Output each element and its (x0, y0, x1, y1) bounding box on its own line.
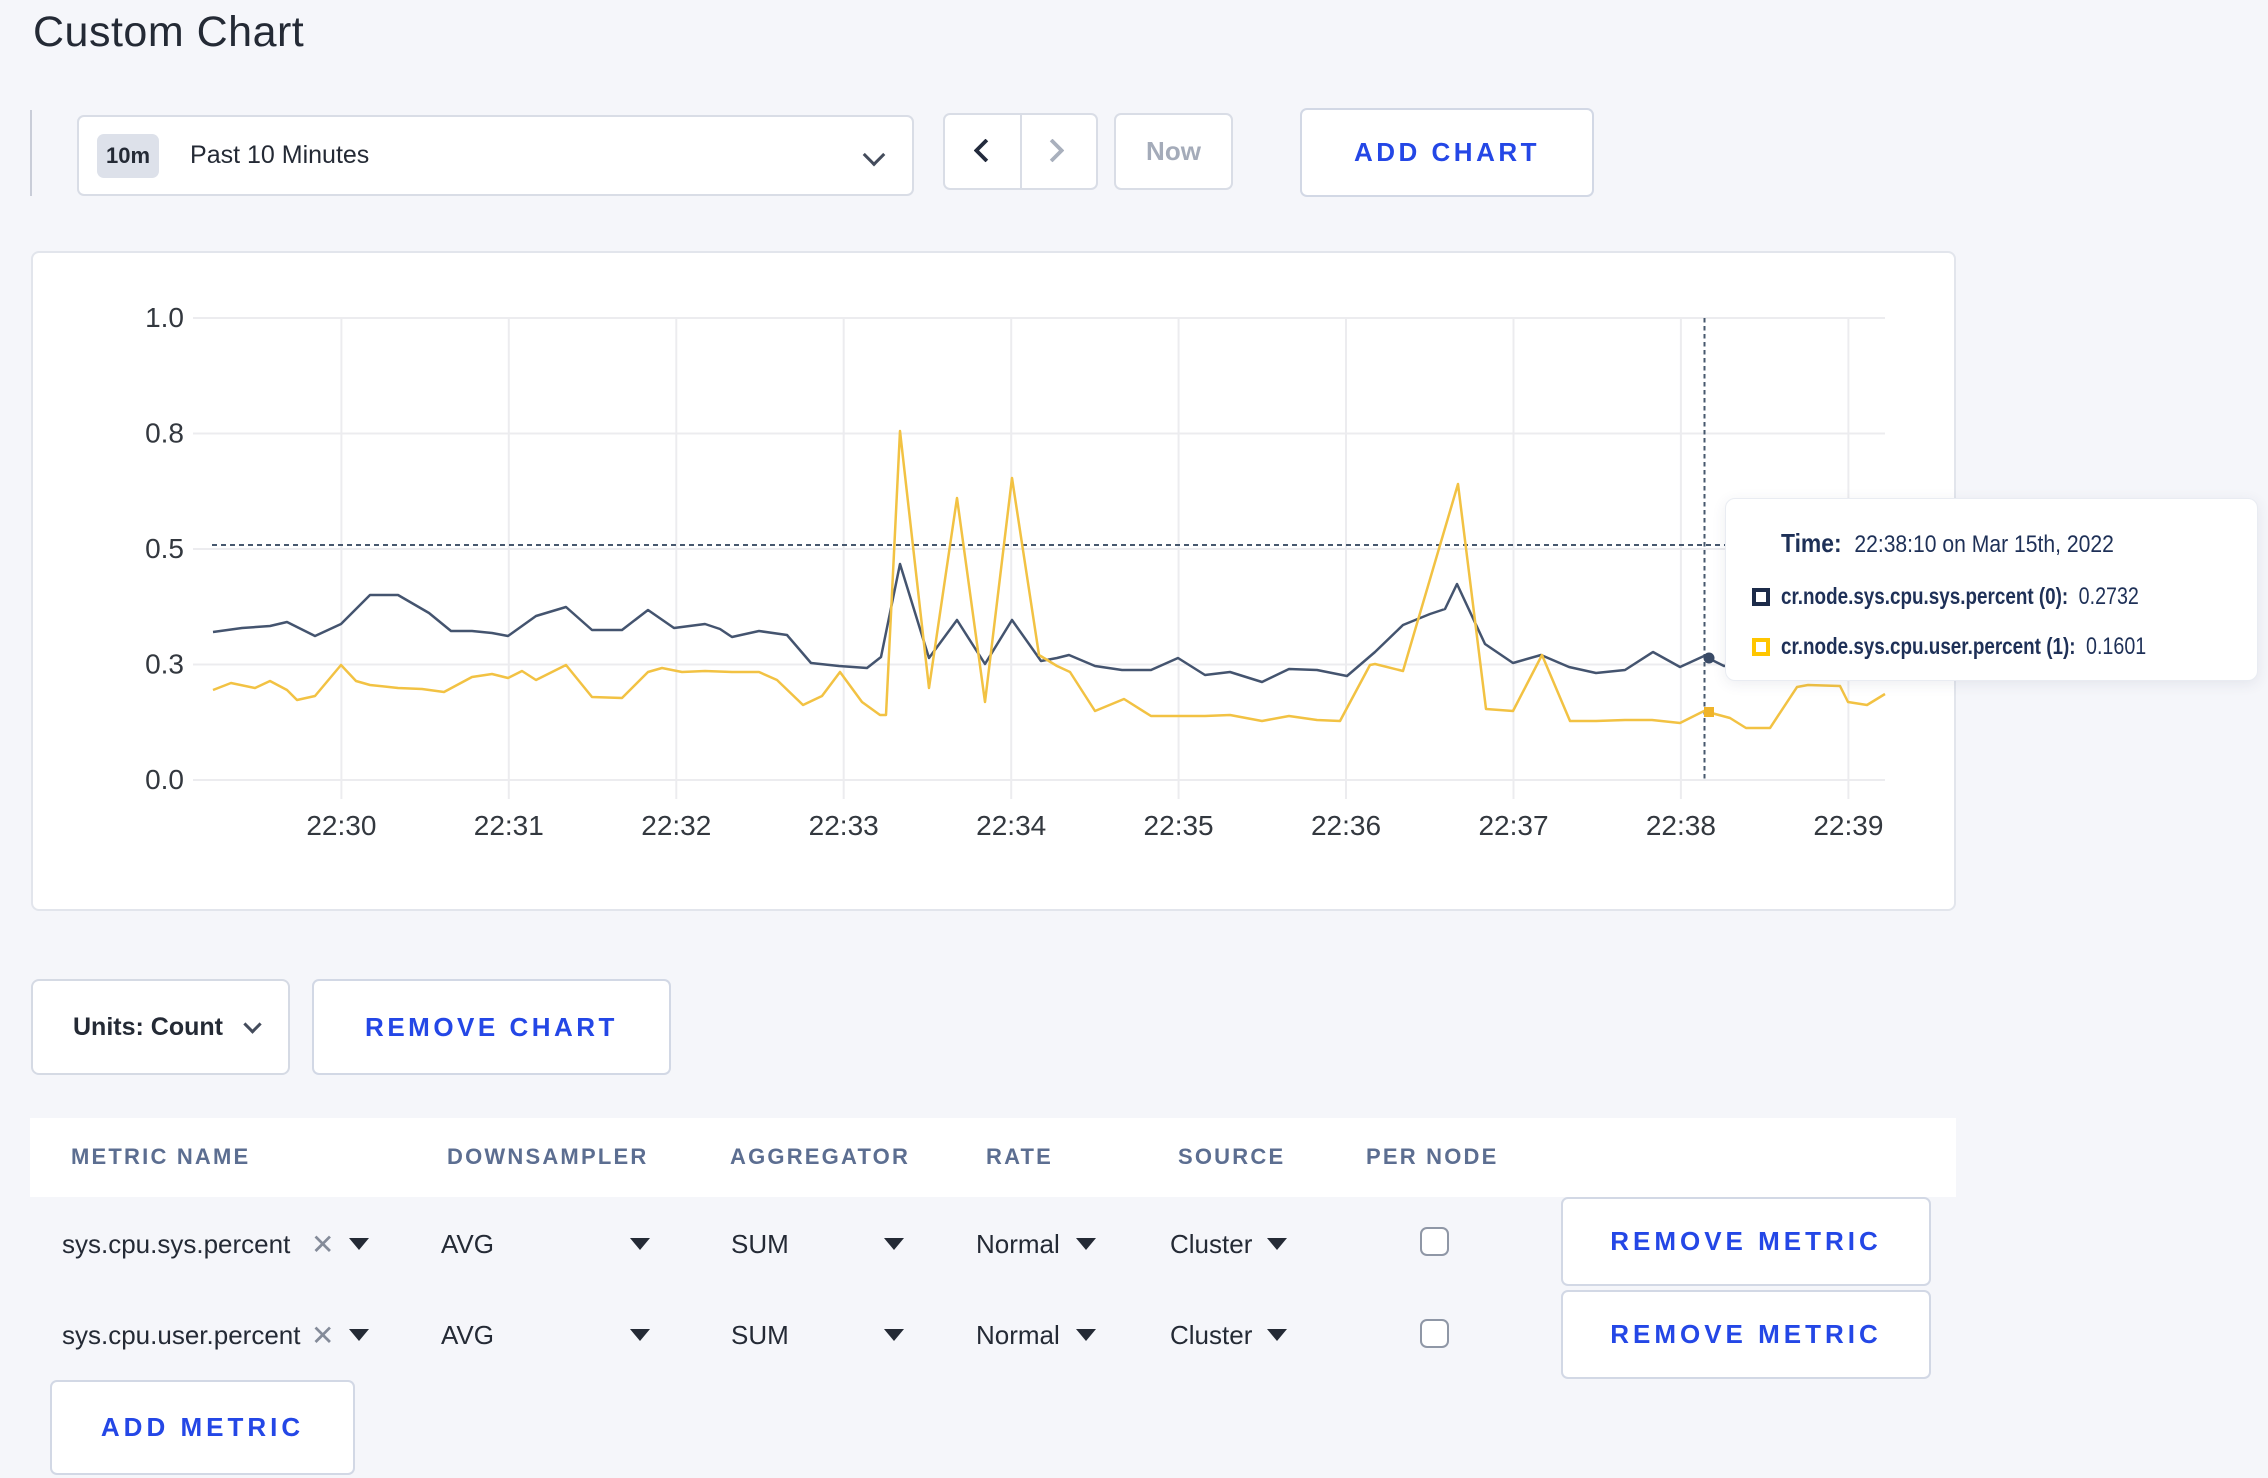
svg-text:0.5: 0.5 (145, 533, 184, 564)
svg-text:22:36: 22:36 (1311, 810, 1381, 841)
svg-text:0.0: 0.0 (145, 764, 184, 795)
svg-text:22:32: 22:32 (641, 810, 711, 841)
svg-text:22:35: 22:35 (1144, 810, 1214, 841)
svg-text:22:38: 22:38 (1646, 810, 1716, 841)
svg-text:22:34: 22:34 (976, 810, 1046, 841)
svg-text:1.0: 1.0 (145, 302, 184, 333)
svg-text:0.3: 0.3 (145, 649, 184, 680)
svg-text:22:33: 22:33 (809, 810, 879, 841)
svg-text:22:37: 22:37 (1478, 810, 1548, 841)
svg-text:22:31: 22:31 (474, 810, 544, 841)
svg-text:0.8: 0.8 (145, 418, 184, 449)
svg-text:22:30: 22:30 (306, 810, 376, 841)
svg-text:22:39: 22:39 (1813, 810, 1883, 841)
